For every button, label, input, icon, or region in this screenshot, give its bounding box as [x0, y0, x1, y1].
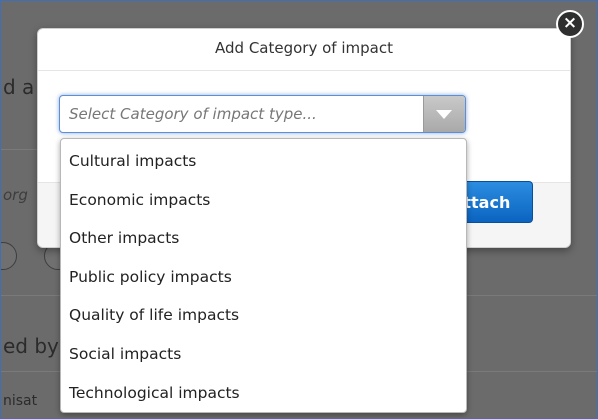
- background-text-fragment: org: [3, 186, 28, 204]
- background-text-fragment: ed by: [3, 334, 59, 358]
- chevron-down-icon[interactable]: [423, 96, 465, 132]
- background-text-fragment: d a: [3, 75, 35, 99]
- dropdown-option-cultural[interactable]: Cultural impacts: [61, 142, 466, 181]
- dropdown-option-public-policy[interactable]: Public policy impacts: [61, 258, 466, 297]
- dropdown-option-other[interactable]: Other impacts: [61, 219, 466, 258]
- background-text-fragment: nisat: [3, 393, 38, 409]
- select-placeholder: Select Category of impact type...: [69, 105, 317, 123]
- category-dropdown-list: Cultural impacts Economic impacts Other …: [60, 138, 467, 413]
- background-divider: [1, 149, 39, 150]
- dropdown-option-quality-of-life[interactable]: Quality of life impacts: [61, 296, 466, 335]
- dropdown-option-technological[interactable]: Technological impacts: [61, 374, 466, 413]
- dropdown-option-economic[interactable]: Economic impacts: [61, 181, 466, 220]
- background-radio: [1, 242, 17, 270]
- screenshot-frame: d a org ed by nisat Add Category of impa…: [0, 0, 598, 419]
- modal-title: Add Category of impact: [38, 29, 570, 71]
- category-type-select[interactable]: Select Category of impact type...: [59, 95, 466, 133]
- close-icon[interactable]: ×: [556, 10, 584, 38]
- dropdown-option-social[interactable]: Social impacts: [61, 335, 466, 374]
